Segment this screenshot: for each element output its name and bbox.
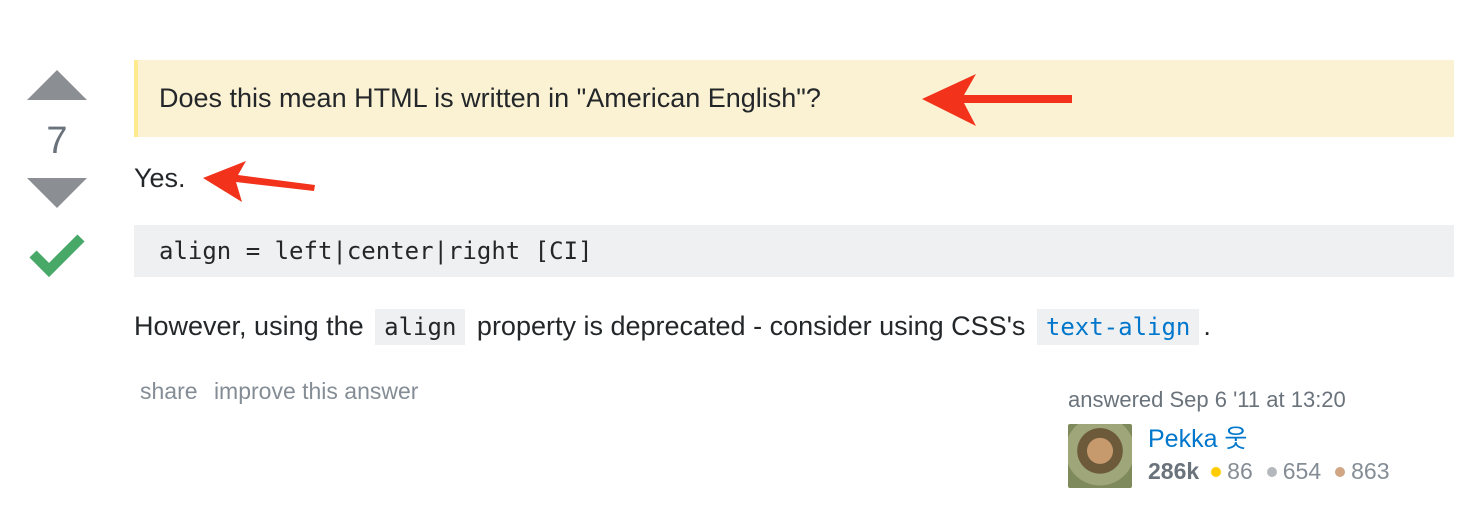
blockquote: Does this mean HTML is written in "Ameri… <box>134 60 1454 137</box>
gold-badge-count: 86 <box>1227 458 1253 484</box>
upvote-arrow-icon[interactable] <box>27 68 87 100</box>
paragraph-text-middle: property is deprecated - consider using … <box>476 311 1026 341</box>
silver-badge-icon <box>1266 466 1277 477</box>
paragraph-text-prefix: However, using the <box>134 311 364 341</box>
user-info: Pekka 웃 286k 86 654 863 <box>1068 424 1458 488</box>
bronze-badge-icon <box>1335 466 1346 477</box>
bronze-badge-count: 863 <box>1351 458 1390 484</box>
red-arrow-annotation-icon <box>203 161 315 202</box>
gold-badges: 86 <box>1211 458 1253 485</box>
inline-code-align: align <box>375 309 466 345</box>
gold-badge-icon <box>1211 466 1222 477</box>
inline-code-text-align-link[interactable]: text-align <box>1036 309 1200 345</box>
vote-cell: 7 <box>22 68 92 278</box>
vote-count: 7 <box>46 120 68 162</box>
answered-timestamp: answered Sep 6 '11 at 13:20 <box>1068 387 1346 412</box>
username-link[interactable]: Pekka 웃 <box>1148 424 1404 454</box>
answer-body: Does this mean HTML is written in "Ameri… <box>134 60 1454 346</box>
paragraph-text-suffix: . <box>1203 311 1211 341</box>
downvote-arrow-icon[interactable] <box>27 176 87 208</box>
silver-badge-count: 654 <box>1282 458 1322 484</box>
silver-badges: 654 <box>1266 458 1322 485</box>
accepted-checkmark-icon <box>29 234 85 278</box>
user-details: Pekka 웃 286k 86 654 863 <box>1148 424 1404 488</box>
code-block: align = left|center|right [CI] <box>134 225 1454 277</box>
reputation-score: 286k <box>1148 458 1200 484</box>
answer-text-yes: Yes. <box>134 163 186 193</box>
bronze-badges: 863 <box>1335 458 1390 485</box>
avatar[interactable] <box>1068 424 1132 488</box>
improve-answer-link[interactable]: improve this answer <box>214 378 419 404</box>
user-flair: 286k 86 654 863 <box>1148 458 1404 485</box>
share-link[interactable]: share <box>140 378 198 404</box>
red-arrow-annotation-icon <box>922 74 1072 126</box>
post-menu: share improve this answer <box>140 378 428 405</box>
user-signature: answered Sep 6 '11 at 13:20 Pekka 웃 286k… <box>1068 386 1458 488</box>
answer-paragraph: However, using the align property is dep… <box>134 307 1454 346</box>
